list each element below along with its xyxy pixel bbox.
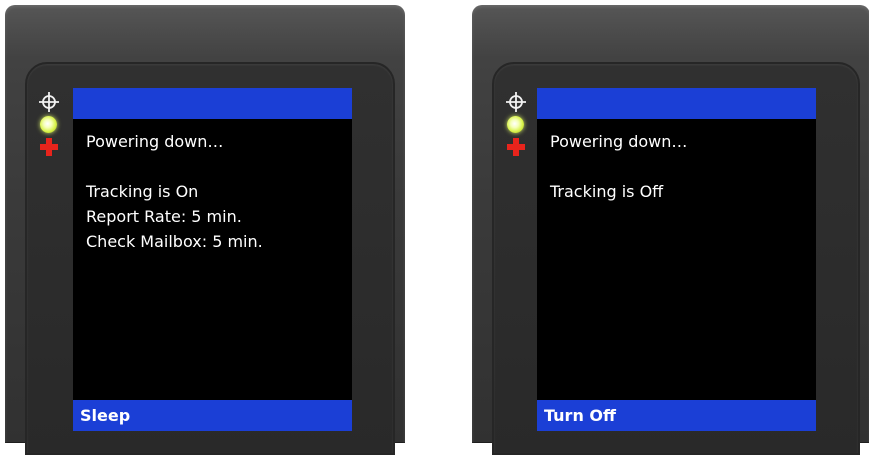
- side-indicator-column: [35, 91, 65, 171]
- device-screen: Powering down… Tracking is Off Turn Off: [537, 88, 816, 431]
- screen-title-bar: [73, 88, 352, 119]
- red-cross-icon: [40, 138, 58, 156]
- screen-message-area: Powering down… Tracking is On Report Rat…: [86, 129, 346, 254]
- device-turn-off-panel: Powering down… Tracking is Off Turn Off: [472, 5, 869, 455]
- powering-down-message: Powering down…: [550, 132, 688, 151]
- check-mailbox-line: Check Mailbox: 5 min.: [86, 232, 263, 251]
- report-rate-line: Report Rate: 5 min.: [86, 207, 242, 226]
- powering-down-message: Powering down…: [86, 132, 224, 151]
- screen-message-area: Powering down… Tracking is Off: [550, 129, 810, 204]
- screen-title-bar: [537, 88, 816, 119]
- tracking-status-line: Tracking is On: [86, 182, 199, 201]
- status-led-icon: [40, 116, 57, 133]
- turn-off-softkey[interactable]: Turn Off: [537, 400, 816, 431]
- crosshair-icon: [506, 92, 526, 112]
- device-sleep-panel: Powering down… Tracking is On Report Rat…: [5, 5, 405, 455]
- sleep-softkey[interactable]: Sleep: [73, 400, 352, 431]
- device-screen: Powering down… Tracking is On Report Rat…: [73, 88, 352, 431]
- status-led-icon: [507, 116, 524, 133]
- crosshair-icon: [39, 92, 59, 112]
- tracking-status-line: Tracking is Off: [550, 182, 664, 201]
- red-cross-icon: [507, 138, 525, 156]
- side-indicator-column: [502, 91, 532, 171]
